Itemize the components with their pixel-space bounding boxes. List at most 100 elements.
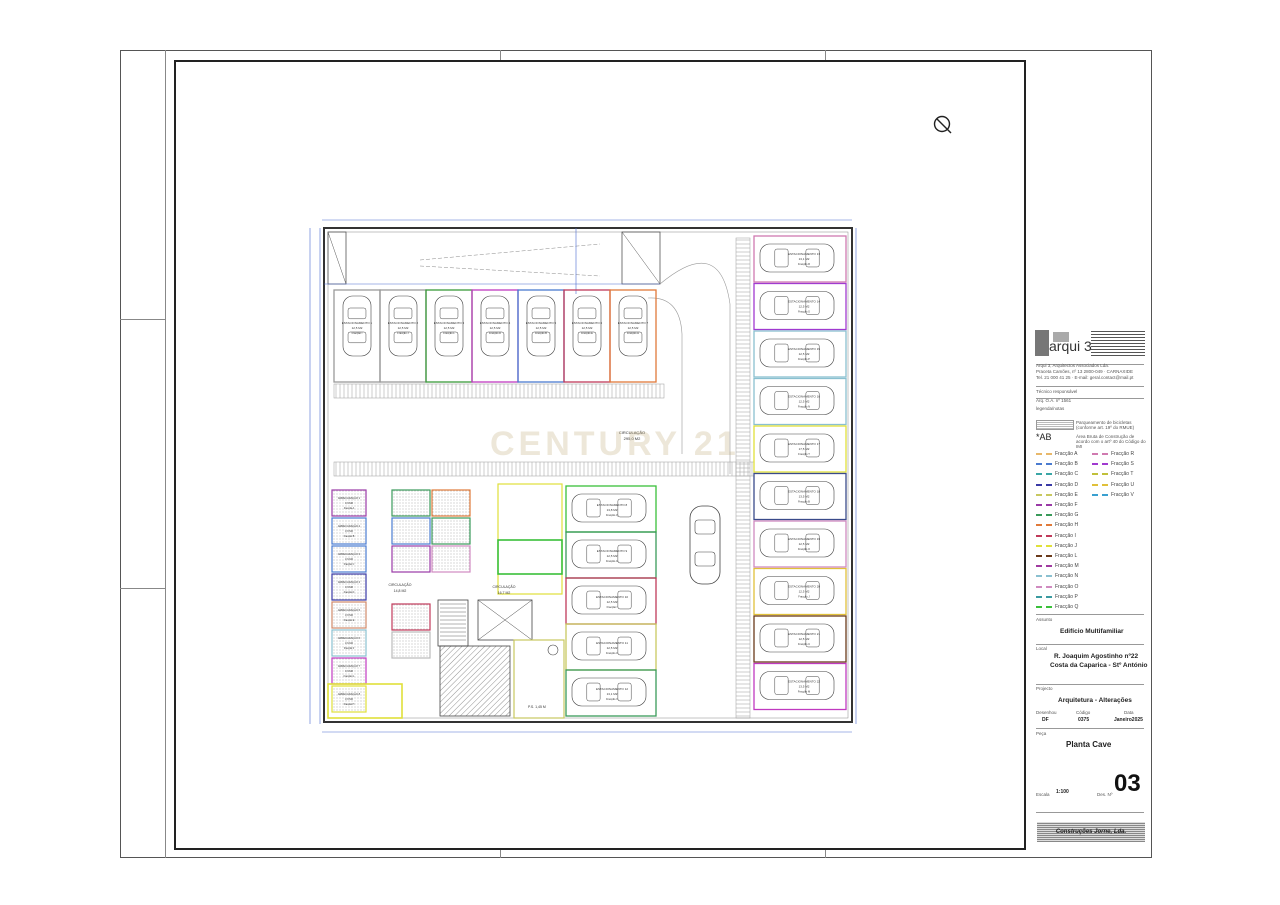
parking-space-fraction: Fracção E bbox=[581, 331, 593, 335]
parking-space: ESTACIONAMENTO 2112,5 M2Fracção U bbox=[753, 615, 847, 663]
legend-swatch bbox=[1036, 606, 1052, 608]
legend-label: Fracção R bbox=[1111, 451, 1135, 457]
storage-unit: ARRECADAÇÃO 83,6 M2Fracção H bbox=[331, 685, 367, 713]
storage-unit-fraction: Fracção A bbox=[344, 507, 355, 510]
frame-tick bbox=[500, 850, 501, 858]
parking-space: ESTACIONAMENTO 1112,5 M2Fracção C bbox=[565, 623, 657, 671]
desenhou-value: DF bbox=[1042, 717, 1049, 723]
storage-unit-outline bbox=[431, 517, 471, 545]
storage-unit-outline bbox=[431, 489, 471, 517]
storage-unit-area: 3,6 M2 bbox=[345, 501, 353, 505]
firm-logo-text: arqui 3 bbox=[1049, 338, 1092, 354]
parking-space-fraction: Fracção B bbox=[798, 500, 810, 504]
legend-item: Fracção D bbox=[1036, 482, 1078, 488]
car-icon bbox=[759, 671, 835, 700]
legend-item: Fracção J bbox=[1036, 543, 1077, 549]
parking-space-fraction: Fracção U bbox=[798, 642, 810, 646]
parking-space-area: 12,5 M2 bbox=[799, 637, 810, 641]
parking-space-area: 12,5 M2 bbox=[799, 352, 810, 356]
parking-space-name: ESTACIONAMENTO 18 bbox=[788, 490, 820, 494]
bicycle-parking-swatch bbox=[1036, 420, 1074, 430]
hatched-drive-strip bbox=[333, 461, 755, 477]
car-icon bbox=[759, 386, 835, 415]
parking-space-name: ESTACIONAMENTO 9 bbox=[597, 549, 628, 553]
ps-label: P.S. 1,45 M bbox=[528, 705, 546, 709]
legend-swatch bbox=[1092, 493, 1108, 496]
legend-swatch bbox=[1036, 504, 1052, 506]
car-icon bbox=[759, 623, 835, 653]
legend-swatch bbox=[1036, 493, 1052, 496]
parking-space-area: 12,5 M2 bbox=[536, 326, 547, 330]
parking-space-fraction: Fracção I bbox=[607, 605, 618, 609]
peca-value: Planta Cave bbox=[1066, 740, 1112, 749]
parking-space-area: 12,5 M2 bbox=[607, 554, 618, 558]
codigo-value: 0375 bbox=[1078, 717, 1090, 723]
hatched-drive-strip bbox=[333, 383, 665, 399]
parking-space-area: 13,1 M2 bbox=[799, 257, 810, 261]
car-icon bbox=[759, 576, 835, 605]
parking-space-area: 13,5 M2 bbox=[799, 685, 810, 689]
strip-divider bbox=[120, 319, 166, 320]
storage-unit-fraction: Fracção D bbox=[344, 591, 355, 594]
legend-label: Fracção U bbox=[1111, 481, 1135, 488]
data-value: Janeiro2025 bbox=[1114, 717, 1143, 723]
storage-unit: ARRECADAÇÃO 63,6 M2Fracção F bbox=[331, 629, 367, 657]
parking-space: ESTACIONAMENTO 1813,5 M2Fracção B bbox=[753, 472, 847, 521]
storage-unit-fraction: Fracção E bbox=[344, 619, 355, 622]
circulation-3-area: 16,7 M2 bbox=[498, 591, 511, 595]
storage-unit-outline bbox=[391, 545, 431, 573]
storage-unit-area: 3,6 M2 bbox=[345, 641, 353, 645]
technical-value: Arq. O.A. nº 1561 bbox=[1036, 398, 1072, 403]
storage-unit: ARRECADAÇÃO 23,6 M2Fracção B bbox=[331, 517, 367, 545]
storage-unit: ARRECADAÇÃO 13,6 M2Fracção A bbox=[331, 489, 367, 517]
parking-space-fraction: Fracção L bbox=[443, 331, 455, 335]
parking-space-name: ESTACIONAMENTO 2 bbox=[388, 321, 419, 325]
legend-label: Fracção S bbox=[1111, 461, 1134, 468]
parking-space: ESTACIONAMENTO 1213,1 M2Fracção V bbox=[565, 669, 657, 717]
parking-space-fraction: Fracção J bbox=[798, 595, 810, 599]
legend-item: Fracção P bbox=[1036, 594, 1078, 600]
legend-label: Fracção B bbox=[1055, 461, 1078, 468]
circulation-3-label: CIRCULAÇÃO bbox=[493, 584, 516, 589]
storage-unit-outline bbox=[391, 489, 431, 517]
legend-label: Fracção E bbox=[1055, 491, 1078, 498]
parking-space: ESTACIONAMENTO 1412,5 M2Fracção S bbox=[753, 282, 847, 331]
parking-space: ESTACIONAMENTO 2213,5 M2Fracção M bbox=[753, 662, 847, 711]
storage-unit-area: 3,6 M2 bbox=[345, 613, 353, 617]
legend-swatch bbox=[1092, 453, 1108, 455]
parking-space-name: ESTACIONAMENTO 1 bbox=[342, 321, 373, 325]
parking-space-area: 13,8 M2 bbox=[607, 508, 618, 512]
legend-label: Fracção H bbox=[1055, 522, 1079, 529]
basement-floor-plan: ESTACIONAMENTO 1 12,5 M2 Fracção I ESTACION… bbox=[309, 219, 857, 733]
legend-swatch bbox=[1036, 555, 1052, 557]
data-label: Data bbox=[1124, 710, 1134, 715]
parking-space-fraction: Fracção S bbox=[798, 310, 810, 314]
circulation-2-area: 14,8 M2 bbox=[394, 589, 407, 593]
legend-swatch bbox=[1036, 544, 1052, 547]
storage-unit-fraction: Fracção F bbox=[344, 647, 355, 650]
parking-space-fraction: Fracção B bbox=[535, 331, 547, 335]
legend-item: Fracção N bbox=[1036, 573, 1078, 579]
car-icon bbox=[759, 433, 835, 463]
parking-space: ESTACIONAMENTO 2012,5 M2Fracção J bbox=[753, 567, 847, 616]
legend-swatch bbox=[1092, 483, 1108, 486]
legend-label: Fracção M bbox=[1055, 563, 1079, 570]
legend-label: Fracção A bbox=[1055, 451, 1078, 457]
parking-space-name: ESTACIONAMENTO 14 bbox=[788, 300, 820, 304]
parking-space-name: ESTACIONAMENTO 13 bbox=[788, 252, 820, 256]
north-arrow-icon bbox=[933, 115, 952, 134]
legend-item: Fracção R bbox=[1092, 451, 1134, 457]
parking-space-fraction: Fracção N bbox=[798, 405, 810, 409]
legend-item: Fracção U bbox=[1092, 482, 1134, 488]
assunto-value: Edifício Multifamiliar bbox=[1060, 628, 1124, 635]
firm-name: Arqui 3, Arquitectos Associados Lda. bbox=[1036, 363, 1110, 368]
parking-space-fraction: Fracção V bbox=[606, 697, 618, 701]
frame-tick bbox=[825, 50, 826, 60]
legend-swatch bbox=[1036, 524, 1052, 527]
contractor-name: Construções Jorne, Lda. bbox=[1055, 829, 1127, 835]
watermark: CENTURY 21 bbox=[490, 425, 740, 463]
parking-space-area: 12,5 M2 bbox=[799, 305, 810, 309]
binding-strip bbox=[120, 50, 166, 858]
parking-space-name: ESTACIONAMENTO 8 bbox=[597, 503, 628, 507]
parking-space-name: ESTACIONAMENTO 4 bbox=[480, 321, 511, 325]
